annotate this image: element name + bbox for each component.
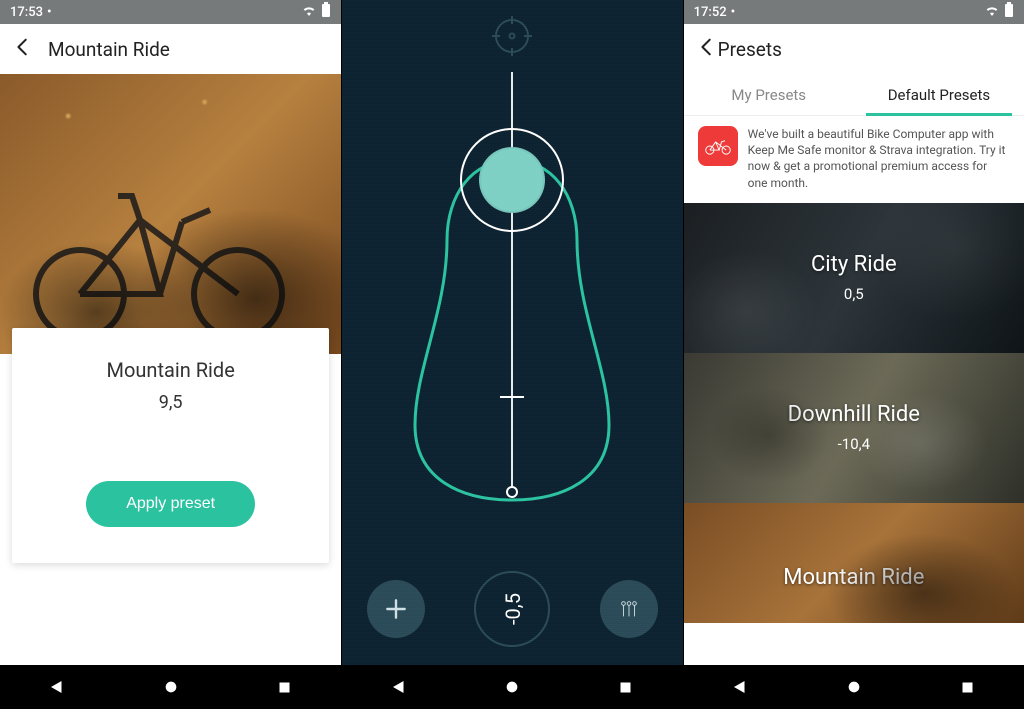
preset-item-name: Downhill Ride — [788, 402, 920, 427]
status-time: 17:53 — [10, 5, 43, 20]
gauge-bubble[interactable] — [460, 128, 564, 232]
tab-default-presets[interactable]: Default Presets — [854, 74, 1024, 115]
nav-home-button[interactable] — [161, 677, 181, 697]
gauge-tick — [500, 396, 524, 398]
nav-home-button[interactable] — [844, 677, 864, 697]
screen-preset-detail: 17:53 Mountain Ride — [0, 0, 341, 709]
bike-computer-icon — [698, 126, 738, 166]
back-button[interactable] — [12, 36, 34, 62]
preset-card: Mountain Ride 9,5 Apply preset — [12, 328, 329, 563]
preset-hero-image — [0, 74, 341, 354]
nav-back-button[interactable] — [389, 677, 409, 697]
app-header: Presets — [684, 24, 1024, 74]
nav-back-button[interactable] — [730, 677, 750, 697]
android-nav-bar — [0, 665, 341, 709]
gauge-end-marker — [506, 486, 518, 498]
nav-recent-button[interactable] — [616, 677, 636, 697]
preset-name: Mountain Ride — [28, 358, 313, 382]
preset-item-value: -10,4 — [838, 435, 870, 453]
tab-my-presets[interactable]: My Presets — [684, 74, 854, 115]
wifi-icon — [984, 4, 1000, 20]
page-title: Mountain Ride — [48, 38, 170, 61]
presets-button[interactable] — [600, 580, 658, 638]
preset-item-downhill-ride[interactable]: Downhill Ride -10,4 — [684, 353, 1024, 503]
preset-item-name: Mountain Ride — [783, 565, 924, 590]
promo-banner[interactable]: We've built a beautiful Bike Computer ap… — [684, 116, 1024, 203]
status-bar: 17:53 — [0, 0, 341, 24]
gauge-value-display[interactable]: -0,5 — [474, 571, 550, 647]
screen-presets-list: 17:52 Presets My Presets Default Presets — [683, 0, 1024, 709]
gauge-value: -0,5 — [500, 593, 524, 625]
status-bar: 17:52 — [684, 0, 1024, 24]
preset-value: 9,5 — [28, 392, 313, 413]
preset-item-name: City Ride — [811, 252, 897, 277]
preset-item-mountain-ride[interactable]: Mountain Ride — [684, 503, 1024, 623]
add-button[interactable] — [367, 580, 425, 638]
battery-icon — [321, 2, 331, 22]
nav-back-button[interactable] — [47, 677, 67, 697]
nav-home-button[interactable] — [502, 677, 522, 697]
crosshair-icon[interactable] — [490, 14, 534, 58]
page-title: Presets — [718, 38, 782, 61]
wifi-icon — [301, 4, 317, 20]
status-time: 17:52 — [694, 5, 727, 20]
back-button[interactable] — [696, 36, 718, 62]
promo-text: We've built a beautiful Bike Computer ap… — [748, 126, 1010, 191]
android-nav-bar — [342, 665, 682, 709]
android-nav-bar — [684, 665, 1024, 709]
nav-recent-button[interactable] — [274, 677, 294, 697]
tabs: My Presets Default Presets — [684, 74, 1024, 116]
preset-item-value: 0,5 — [844, 285, 864, 303]
battery-icon — [1004, 2, 1014, 22]
nav-recent-button[interactable] — [957, 677, 977, 697]
apply-preset-button[interactable]: Apply preset — [86, 481, 255, 527]
preset-list[interactable]: City Ride 0,5 Downhill Ride -10,4 Mounta… — [684, 203, 1024, 709]
screen-level-gauge: -0,5 — [341, 0, 682, 709]
preset-item-city-ride[interactable]: City Ride 0,5 — [684, 203, 1024, 353]
app-header: Mountain Ride — [0, 24, 341, 74]
